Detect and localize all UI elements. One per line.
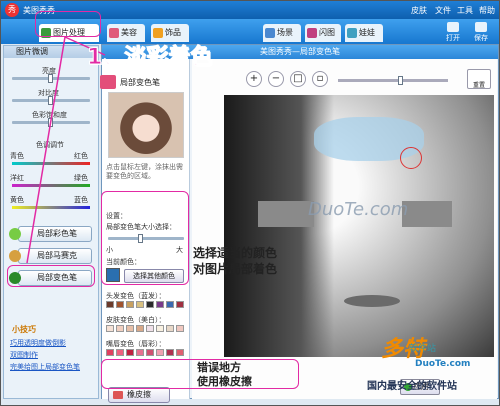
brand-slogan: 国内最安全的软件站 — [367, 381, 457, 392]
annotation-color-note: 选择适当的颜色 对图片局部着色 — [193, 246, 278, 276]
annotation-box-recolor-button — [7, 265, 95, 287]
annotation-arrow-line — [26, 36, 66, 264]
annotation-step-title: 1、淡彩着色 — [86, 45, 213, 71]
annotation-eraser-note: 错误地方 使用橡皮擦 — [197, 361, 252, 388]
meitu-app-window: 秀 美图秀秀 皮肤 文件 工具 帮助 图片处理 美容 饰品 场景 闪图 娃娃 打… — [0, 0, 500, 406]
brand-site: DuoTe.com — [415, 359, 471, 369]
brand-subtitle: 软件站 — [409, 344, 437, 354]
annotation-box-color-settings — [101, 191, 189, 285]
